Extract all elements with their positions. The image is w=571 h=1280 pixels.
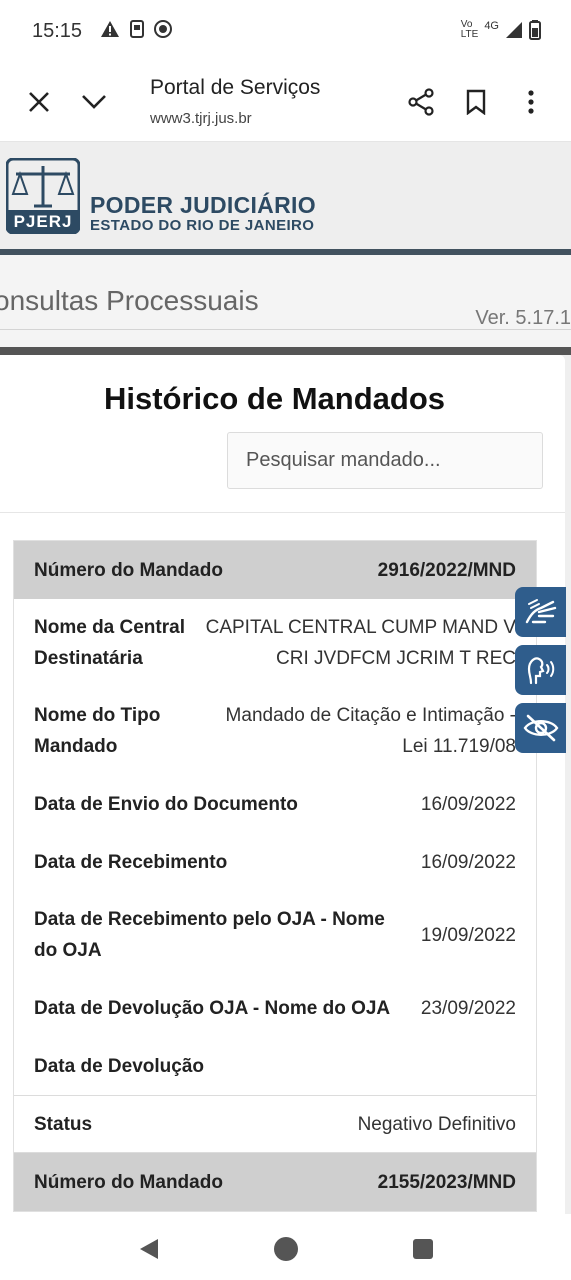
field-label-line: Nome da Central xyxy=(34,617,185,638)
field-label: Número do Mandado xyxy=(34,559,223,581)
table-row: Nome do Tipo Mandado Mandado de Citação … xyxy=(14,687,536,775)
field-value-line: Mandado de Citação e Intimação - xyxy=(225,705,516,726)
field-label: Data de Recebimento xyxy=(34,851,228,873)
browser-toolbar: Portal de Serviços www3.tjrj.jus.br xyxy=(0,62,571,142)
recents-icon xyxy=(413,1239,433,1259)
network-indicator: Vo LTE xyxy=(461,20,479,40)
status-right-icons: Vo LTE 4G xyxy=(461,20,541,40)
bookmark-button[interactable] xyxy=(456,82,496,122)
back-button[interactable] xyxy=(134,1234,164,1264)
table-row: Data de Recebimento 16/09/2022 xyxy=(14,833,536,891)
table-row: Data de Devolução OJA - Nome do OJA 23/0… xyxy=(14,979,536,1037)
bookmark-icon xyxy=(466,89,486,115)
mandado-number: 2916/2022/MND xyxy=(377,559,516,581)
target-icon xyxy=(154,20,172,38)
audio-description-button[interactable] xyxy=(515,645,566,695)
more-vert-icon xyxy=(528,90,534,114)
browser-url[interactable]: www3.tjrj.jus.br xyxy=(150,110,252,127)
section-divider xyxy=(0,329,571,330)
home-icon xyxy=(274,1237,298,1261)
field-label-line: Destinatária xyxy=(34,648,143,669)
field-value-line: Lei 11.719/08 xyxy=(402,736,516,757)
network-gen: 4G xyxy=(484,20,499,32)
field-value-line: CRI JVDFCM JCRIM T REC xyxy=(276,648,516,669)
logo-text: PJERJ xyxy=(13,212,73,231)
minimize-button[interactable] xyxy=(74,82,114,122)
mandado-number: 2155/2023/MND xyxy=(377,1171,516,1193)
field-label: Número do Mandado xyxy=(34,1171,223,1193)
audio-description-icon xyxy=(527,657,554,685)
field-label-line: do OJA xyxy=(34,940,102,961)
recents-button[interactable] xyxy=(408,1234,438,1264)
low-vision-icon xyxy=(523,714,558,742)
status-value: Negativo Definitivo xyxy=(357,1113,516,1135)
modal-title: Histórico de Mandados xyxy=(103,381,446,416)
field-label: Data de Devolução xyxy=(34,1055,204,1077)
more-button[interactable] xyxy=(511,82,551,122)
field-value: 16/09/2022 xyxy=(420,851,516,873)
field-label: Nome da Central Destinatária xyxy=(34,612,185,674)
sign-language-icon xyxy=(525,599,556,624)
close-button[interactable] xyxy=(19,82,59,122)
field-label-line: Nome do Tipo xyxy=(34,705,161,726)
battery-icon xyxy=(529,20,541,40)
home-button[interactable] xyxy=(270,1233,302,1265)
field-value-line: CAPITAL CENTRAL CUMP MAND V xyxy=(205,617,516,638)
section-title: onsultas Processuais xyxy=(0,285,259,316)
field-value: CAPITAL CENTRAL CUMP MAND V CRI JVDFCM J… xyxy=(206,612,516,674)
status-time: 15:15 xyxy=(32,20,83,42)
chevron-down-icon xyxy=(82,95,106,109)
modal-backdrop xyxy=(0,347,571,355)
table-row: Nome da Central Destinatária CAPITAL CEN… xyxy=(14,599,536,687)
network-lte: LTE xyxy=(460,29,479,40)
field-value: 23/09/2022 xyxy=(420,997,516,1019)
close-icon xyxy=(29,92,49,112)
mandados-modal: Histórico de Mandados Número do Mandado … xyxy=(0,355,565,1214)
modal-divider xyxy=(0,512,565,513)
table-row: Status Negativo Definitivo xyxy=(14,1095,536,1153)
table-row: Número do Mandado 2155/2023/MND xyxy=(14,1153,536,1211)
field-value: 16/09/2022 xyxy=(420,793,516,815)
table-row: Número do Mandado 2916/2022/MND xyxy=(14,541,536,599)
org-subtitle: ESTADO DO RIO DE JANEIRO xyxy=(90,217,315,234)
status-bar: 15:15 Vo LTE 4G xyxy=(0,0,571,62)
field-label: Data de Devolução OJA - Nome do OJA xyxy=(34,997,391,1019)
android-navbar xyxy=(0,1214,571,1280)
field-label: Data de Envio do Documento xyxy=(34,793,298,815)
mandado-table: Número do Mandado 2916/2022/MND Nome da … xyxy=(13,540,537,1212)
pjerj-logo[interactable]: PJERJ xyxy=(5,157,81,239)
browser-title: Portal de Serviços xyxy=(150,76,321,99)
field-label-line: Mandado xyxy=(34,736,118,757)
field-label: Data de Recebimento pelo OJA - Nome do O… xyxy=(34,904,385,966)
search-input[interactable] xyxy=(227,432,543,489)
version-label: Ver. 5.17.1 xyxy=(475,307,571,329)
web-page: PJERJ PODER JUDICIÁRIO ESTADO DO RIO DE … xyxy=(0,142,571,1214)
back-icon xyxy=(140,1239,158,1259)
table-row: Data de Devolução xyxy=(14,1037,536,1095)
org-name: PODER JUDICIÁRIO xyxy=(90,192,316,218)
section-header: onsultas Processuais Ver. 5.17.1 xyxy=(0,255,571,347)
field-value: 19/09/2022 xyxy=(420,924,516,946)
share-icon xyxy=(408,88,434,116)
field-value: Mandado de Citação e Intimação - Lei 11.… xyxy=(226,700,516,762)
table-row: Data de Recebimento pelo OJA - Nome do O… xyxy=(14,891,536,979)
table-row: Data de Envio do Documento 16/09/2022 xyxy=(14,775,536,833)
status-label: Status xyxy=(34,1113,93,1135)
field-label-line: Data de Recebimento pelo OJA - Nome xyxy=(34,909,385,930)
sign-language-button[interactable] xyxy=(515,587,566,637)
share-button[interactable] xyxy=(401,82,441,122)
site-header: PJERJ PODER JUDICIÁRIO ESTADO DO RIO DE … xyxy=(0,142,571,250)
sim-icon xyxy=(130,20,144,38)
alert-icon xyxy=(101,21,119,37)
signal-icon xyxy=(506,22,522,38)
field-label: Nome do Tipo Mandado xyxy=(34,700,160,762)
status-left-icons xyxy=(100,20,172,38)
low-vision-button[interactable] xyxy=(515,703,566,753)
